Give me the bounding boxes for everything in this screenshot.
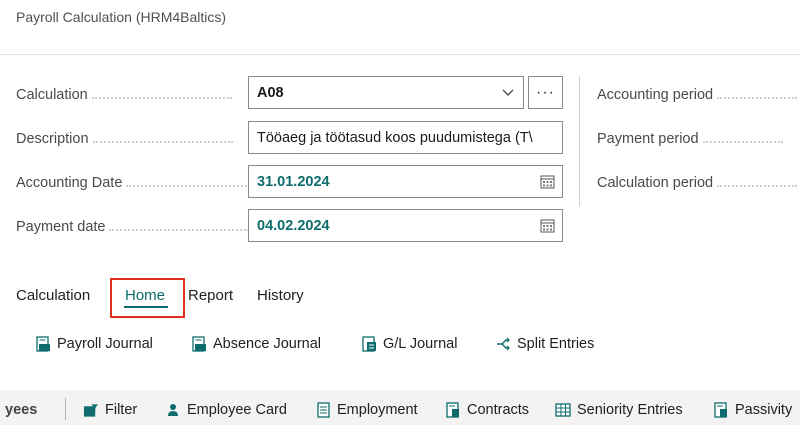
split-entries-button[interactable]: Split Entries xyxy=(495,336,594,352)
payment-period-label: Payment period xyxy=(597,131,783,147)
document-icon xyxy=(445,402,461,418)
passivity-button[interactable]: Passivity xyxy=(713,402,792,418)
column-divider xyxy=(579,76,580,206)
description-value: Tööaeg ja töötasud koos puudumistega (T\ xyxy=(257,129,533,146)
seniority-entries-button[interactable]: Seniority Entries xyxy=(555,402,683,418)
journal-icon xyxy=(191,336,207,352)
filter-icon xyxy=(83,402,99,418)
gl-journal-icon xyxy=(361,336,377,352)
chevron-down-icon[interactable] xyxy=(493,77,523,108)
document-icon xyxy=(713,402,729,418)
tab-history[interactable]: History xyxy=(257,287,304,304)
accounting-period-label: Accounting period xyxy=(597,87,798,103)
payment-date-label: Payment date xyxy=(16,219,250,235)
calendar-icon[interactable] xyxy=(532,210,562,241)
payroll-journal-button[interactable]: Payroll Journal xyxy=(35,336,153,352)
tab-report[interactable]: Report xyxy=(188,287,233,304)
accounting-date-value: 31.01.2024 xyxy=(257,173,330,190)
calendar-icon[interactable] xyxy=(532,166,562,197)
payment-date-field[interactable]: 04.02.2024 xyxy=(248,209,563,242)
action-bar-divider xyxy=(65,398,66,420)
description-label: Description xyxy=(16,131,233,147)
calculation-field[interactable]: A08 xyxy=(248,76,524,109)
payment-date-value: 04.02.2024 xyxy=(257,217,330,234)
filter-button[interactable]: Filter xyxy=(83,402,137,418)
journal-icon xyxy=(35,336,51,352)
accounting-date-label: Accounting Date xyxy=(16,175,267,191)
page-title: Payroll Calculation (HRM4Baltics) xyxy=(16,9,227,25)
person-icon xyxy=(165,402,181,418)
list-group-label: yees xyxy=(5,402,38,418)
highlight-box xyxy=(110,278,185,318)
employee-card-button[interactable]: Employee Card xyxy=(165,402,287,418)
table-icon xyxy=(555,402,571,418)
calculation-label: Calculation xyxy=(16,87,232,103)
contracts-button[interactable]: Contracts xyxy=(445,402,529,418)
accounting-date-field[interactable]: 31.01.2024 xyxy=(248,165,563,198)
header-divider xyxy=(0,54,800,55)
document-icon xyxy=(315,402,331,418)
more-options-button[interactable]: ··· xyxy=(528,76,563,109)
gl-journal-button[interactable]: G/L Journal xyxy=(361,336,457,352)
calculation-period-label: Calculation period xyxy=(597,175,798,191)
calculation-value: A08 xyxy=(257,84,284,101)
description-field[interactable]: Tööaeg ja töötasud koos puudumistega (T\ xyxy=(248,121,563,154)
absence-journal-button[interactable]: Absence Journal xyxy=(191,336,321,352)
tab-calculation[interactable]: Calculation xyxy=(16,287,90,304)
employment-button[interactable]: Employment xyxy=(315,402,418,418)
split-icon xyxy=(495,336,511,352)
